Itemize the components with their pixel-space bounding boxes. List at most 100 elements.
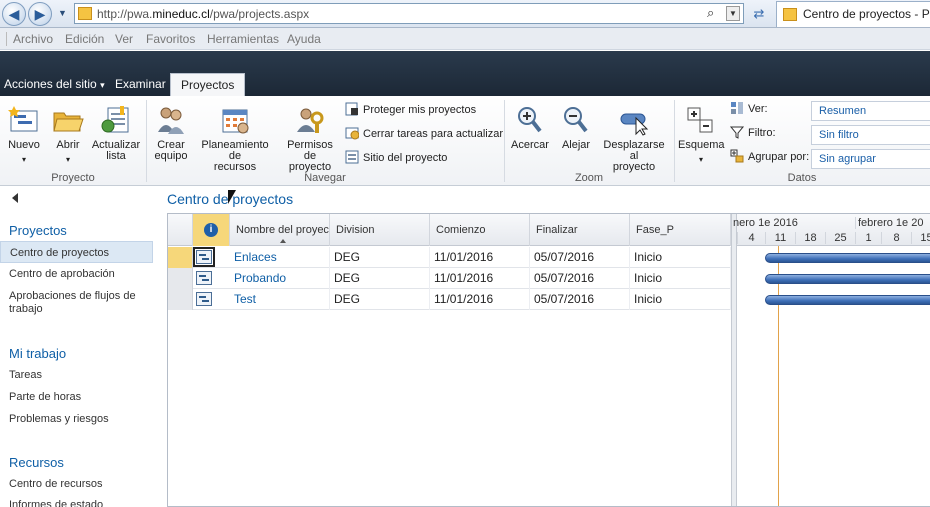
gantt-day-label: 15 [911, 232, 930, 244]
project-name-link[interactable]: Test [230, 289, 330, 310]
start-cell: 11/01/2016 [430, 289, 530, 310]
actualizar-lista-button[interactable]: Actualizar lista [90, 104, 142, 162]
row-selector[interactable] [168, 289, 193, 310]
search-icon[interactable]: ⌕ [707, 6, 721, 20]
menu-ayuda[interactable]: Ayuda [287, 32, 321, 46]
nav-heading-proyectos[interactable]: Proyectos [9, 223, 67, 238]
site-actions-menu[interactable]: Acciones del sitio ▾ [4, 73, 105, 96]
abrir-button[interactable]: Abrir ▾ [48, 104, 88, 165]
alejar-button[interactable]: Alejar [556, 104, 596, 151]
filter-icon [730, 126, 744, 139]
project-icon[interactable] [196, 271, 212, 285]
browser-tab[interactable]: Centro de proyectos - Proj [776, 1, 930, 27]
planeamiento-recursos-button[interactable]: Planeamiento de recursos [194, 104, 276, 173]
site-actions-arrow-icon: ▾ [100, 80, 105, 90]
project-name-link[interactable]: Enlaces [230, 247, 330, 268]
menu-herramientas[interactable]: Herramientas [207, 32, 279, 46]
cerrar-tareas-button[interactable]: Cerrar tareas para actualizar [345, 125, 503, 143]
gantt-day-label: 1 [855, 232, 881, 244]
esquema-dropdown-icon: ▾ [698, 155, 703, 164]
menu-ver[interactable]: Ver [115, 32, 133, 46]
gantt-chart: nero 1e 2016 febrero 1e 20 4 11 18 25 1 … [733, 214, 930, 506]
column-header-fase[interactable]: Fase_P [630, 214, 731, 246]
column-header-division[interactable]: Division [330, 214, 430, 246]
proteger-proyectos-button[interactable]: Proteger mis proyectos [345, 101, 476, 119]
gantt-bar[interactable] [765, 253, 930, 263]
nav-heading-recursos[interactable]: Recursos [9, 455, 64, 470]
tab-proyectos[interactable]: Proyectos [170, 73, 246, 96]
menu-archivo[interactable]: Archivo [13, 32, 53, 46]
mouse-pointer-icon [228, 190, 236, 204]
arrow-right-icon: ▶ [34, 6, 46, 22]
esquema-button[interactable]: Esquema ▾ [678, 104, 724, 165]
agrupar-label: Agrupar por: [730, 148, 809, 166]
project-icon[interactable] [193, 247, 215, 267]
column-header-comienzo[interactable]: Comienzo [430, 214, 530, 246]
refresh-list-icon [101, 106, 129, 133]
group-label-navegar: Navegar [304, 172, 346, 184]
history-dropdown-icon[interactable]: ▼ [58, 6, 68, 20]
sort-ascending-icon [280, 239, 286, 243]
tab-favicon-icon [783, 8, 797, 21]
arrow-left-icon: ◀ [8, 6, 20, 22]
team-icon [158, 107, 184, 134]
project-icon[interactable] [196, 292, 212, 306]
forward-button[interactable]: ▶ [28, 2, 52, 26]
nav-item-tareas[interactable]: Tareas [9, 369, 154, 382]
calendar-icon [222, 109, 249, 134]
nuevo-dropdown-icon: ▾ [21, 155, 26, 164]
url-path: /pwa/projects.aspx [209, 7, 310, 21]
filtro-select[interactable]: Sin filtro [811, 125, 930, 145]
row-selector[interactable] [168, 268, 193, 289]
nav-item-aprobaciones-flujos[interactable]: Aprobaciones de flujos de trabajo [9, 290, 154, 316]
gantt-bar[interactable] [765, 274, 930, 284]
refresh-icon[interactable]: ⇄ [750, 5, 768, 23]
nav-item-problemas-riesgos[interactable]: Problemas y riesgos [9, 413, 154, 426]
project-name-link[interactable]: Probando [230, 268, 330, 289]
permisos-proyecto-button[interactable]: Permisos de proyecto [280, 104, 340, 173]
grid-header: i Nombre del proyec Division Comienzo Fi… [168, 214, 731, 246]
group-label-zoom: Zoom [574, 172, 604, 184]
table-row[interactable]: Test DEG 11/01/2016 05/07/2016 Inicio [168, 289, 731, 310]
tab-examinar[interactable]: Examinar [115, 73, 166, 96]
menu-favoritos[interactable]: Favoritos [146, 32, 195, 46]
table-row[interactable]: Enlaces DEG 11/01/2016 05/07/2016 Inicio [168, 247, 731, 268]
site-icon [345, 150, 359, 164]
quick-launch: Proyectos Centro de proyectos Centro de … [0, 187, 160, 507]
sitio-proyecto-button[interactable]: Sitio del proyecto [345, 149, 447, 167]
row-selector[interactable] [168, 247, 193, 268]
url-prefix: http://pwa. [97, 7, 153, 21]
nav-item-informes-estado[interactable]: Informes de estado [9, 499, 154, 507]
project-grid: i Nombre del proyec Division Comienzo Fi… [167, 213, 930, 507]
table-row[interactable]: Probando DEG 11/01/2016 05/07/2016 Inici… [168, 268, 731, 289]
nuevo-button[interactable]: Nuevo ▾ [4, 104, 44, 165]
group-separator [674, 100, 675, 182]
url-dropdown-icon[interactable]: ▼ [726, 6, 740, 21]
phase-cell: Inicio [630, 247, 731, 268]
agrupar-select[interactable]: Sin agrupar [811, 149, 930, 169]
phase-cell: Inicio [630, 289, 731, 310]
ver-select[interactable]: Resumen [811, 101, 930, 121]
ver-label: Ver: [730, 100, 768, 118]
crear-equipo-button[interactable]: Crear equipo [150, 104, 192, 162]
desplazarse-proyecto-button[interactable]: Desplazarse al proyecto [598, 104, 670, 173]
division-cell: DEG [330, 268, 430, 289]
acercar-button[interactable]: Acercar [510, 104, 550, 151]
collapse-nav-icon[interactable] [12, 193, 18, 203]
nav-heading-mi-trabajo[interactable]: Mi trabajo [9, 346, 66, 361]
menu-bar: Archivo Edición Ver Favoritos Herramient… [0, 28, 930, 50]
phase-cell: Inicio [630, 268, 731, 289]
back-button[interactable]: ◀ [2, 2, 26, 26]
info-column-header[interactable]: i [193, 214, 230, 246]
nav-item-centro-aprobacion[interactable]: Centro de aprobación [9, 268, 154, 281]
url-domain: mineduc.cl [152, 7, 210, 21]
nav-item-centro-recursos[interactable]: Centro de recursos [9, 478, 154, 491]
gantt-bar[interactable] [765, 295, 930, 305]
lock-document-icon [345, 102, 358, 116]
column-header-nombre[interactable]: Nombre del proyec [230, 214, 330, 246]
column-header-finalizar[interactable]: Finalizar [530, 214, 630, 246]
url-input[interactable]: http://pwa.mineduc.cl/pwa/projects.aspx … [74, 3, 744, 24]
nav-item-centro-proyectos[interactable]: Centro de proyectos [0, 241, 153, 263]
nav-item-parte-horas[interactable]: Parte de horas [9, 391, 154, 404]
menu-edicion[interactable]: Edición [65, 32, 104, 46]
